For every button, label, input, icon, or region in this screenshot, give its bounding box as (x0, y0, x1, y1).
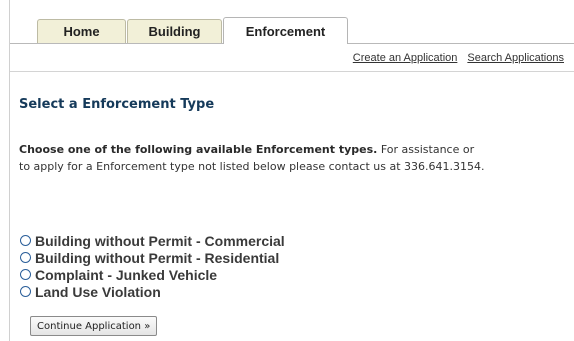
option-land-use-violation[interactable]: Land Use Violation (20, 283, 285, 300)
option-label: Land Use Violation (35, 283, 161, 300)
radio-button[interactable] (20, 269, 31, 280)
instructions-line1-rest: For assistance or (377, 143, 475, 156)
subnav-divider (10, 71, 574, 72)
radio-button[interactable] (20, 235, 31, 246)
option-complaint-junked-vehicle[interactable]: Complaint - Junked Vehicle (20, 266, 285, 283)
create-application-link[interactable]: Create an Application (353, 52, 458, 64)
sub-navigation: Create an Application Search Applications (353, 52, 574, 64)
option-building-without-permit-commercial[interactable]: Building without Permit - Commercial (20, 232, 285, 249)
tab-enforcement[interactable]: Enforcement (223, 17, 348, 44)
page-title: Select a Enforcement Type (19, 97, 215, 112)
continue-application-button[interactable]: Continue Application » (30, 316, 158, 336)
instructions-text: Choose one of the following available En… (19, 141, 574, 175)
instructions-line2: to apply for a Enforcement type not list… (19, 160, 485, 173)
tab-home[interactable]: Home (37, 19, 126, 43)
radio-button[interactable] (20, 286, 31, 297)
tab-building[interactable]: Building (127, 19, 222, 43)
option-label: Complaint - Junked Vehicle (35, 266, 218, 283)
enforcement-type-options: Building without Permit - Commercial Bui… (20, 232, 285, 300)
instructions-bold: Choose one of the following available En… (19, 143, 378, 156)
search-applications-link[interactable]: Search Applications (467, 52, 564, 64)
option-building-without-permit-residential[interactable]: Building without Permit - Residential (20, 249, 285, 266)
option-label: Building without Permit - Commercial (35, 232, 285, 249)
option-label: Building without Permit - Residential (35, 249, 280, 266)
radio-button[interactable] (20, 252, 31, 263)
